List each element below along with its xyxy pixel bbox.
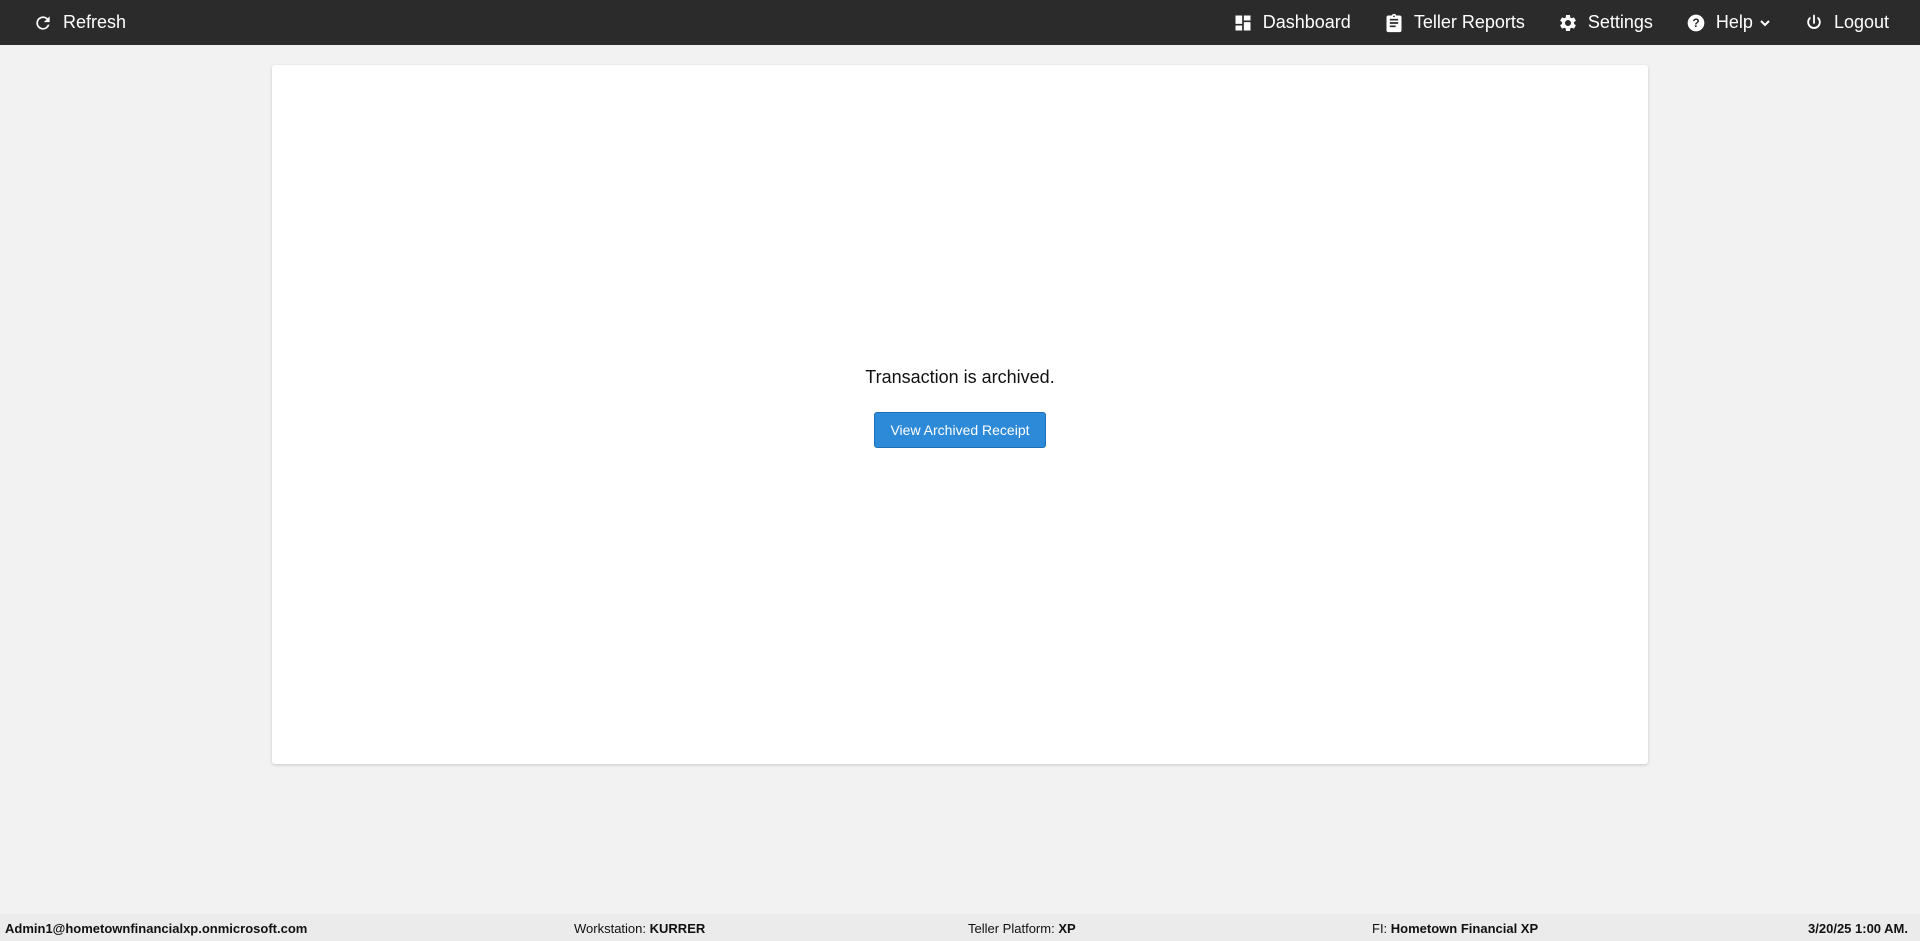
workstation-label: Workstation: (574, 921, 647, 936)
chevron-down-icon (1759, 17, 1771, 29)
user-email: Admin1@hometownfinancialxp.onmicrosoft.c… (5, 921, 308, 936)
workstation-value: KURRER (649, 921, 706, 936)
settings-label: Settings (1587, 12, 1653, 32)
power-icon (1804, 13, 1824, 33)
help-label: Help (1715, 12, 1753, 32)
refresh-icon (33, 13, 53, 33)
nav-left: Refresh (0, 12, 126, 33)
gear-icon (1558, 13, 1578, 33)
refresh-label: Refresh (63, 12, 127, 32)
svg-text:?: ? (1692, 17, 1699, 30)
refresh-button[interactable]: Refresh (33, 12, 126, 33)
status-datetime: 3/20/25 1:00 AM. (1808, 921, 1908, 936)
help-dropdown[interactable]: ? Help (1686, 12, 1771, 33)
status-fi: FI: Hometown Financial XP (1372, 921, 1538, 936)
status-workstation: Workstation: KURRER (574, 921, 705, 936)
teller-reports-label: Teller Reports (1413, 12, 1525, 32)
dashboard-icon (1233, 13, 1253, 33)
content-card: Transaction is archived. View Archived R… (272, 65, 1648, 764)
nav-right: Dashboard Teller Reports Settings ? Help (1233, 12, 1920, 33)
help-circle-icon: ? (1686, 13, 1706, 33)
archived-message: Transaction is archived. (865, 367, 1055, 387)
settings-link[interactable]: Settings (1558, 12, 1653, 33)
logout-link[interactable]: Logout (1804, 12, 1889, 33)
fi-label: FI: (1372, 921, 1388, 936)
top-navbar: Refresh Dashboard Teller Reports Setting… (0, 0, 1920, 45)
status-user: Admin1@hometownfinancialxp.onmicrosoft.c… (5, 921, 307, 936)
logout-label: Logout (1833, 12, 1889, 32)
platform-label: Teller Platform: (968, 921, 1055, 936)
status-bar: Admin1@hometownfinancialxp.onmicrosoft.c… (0, 914, 1920, 941)
dashboard-link[interactable]: Dashboard (1233, 12, 1351, 33)
datetime-value: 3/20/25 1:00 AM. (1808, 921, 1908, 936)
fi-value: Hometown Financial XP (1390, 921, 1539, 936)
status-platform: Teller Platform: XP (968, 921, 1076, 936)
dashboard-label: Dashboard (1262, 12, 1351, 32)
teller-reports-link[interactable]: Teller Reports (1384, 12, 1525, 33)
view-archived-receipt-button[interactable]: View Archived Receipt (874, 412, 1046, 448)
clipboard-icon (1384, 13, 1404, 33)
platform-value: XP (1058, 921, 1076, 936)
